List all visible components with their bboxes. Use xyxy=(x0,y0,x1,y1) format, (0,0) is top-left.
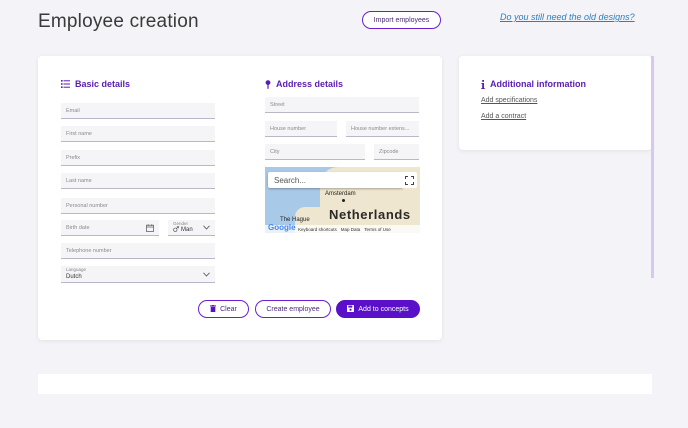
address-details-title: Address details xyxy=(276,79,344,89)
page-title: Employee creation xyxy=(38,11,199,32)
map-keyboard-link[interactable]: Keyboard shortcuts xyxy=(298,227,337,232)
birth-date-field[interactable]: Birth date xyxy=(61,220,159,236)
scrollbar[interactable] xyxy=(651,56,654,278)
additional-info-title: Additional information xyxy=(490,79,586,89)
map-terms-link[interactable]: Terms of Use xyxy=(364,227,391,232)
language-label: Language xyxy=(66,267,87,272)
additional-info-heading: Additional information xyxy=(481,79,586,89)
telephone-placeholder: Telephone number xyxy=(66,247,112,254)
info-icon xyxy=(481,79,485,89)
zipcode-field[interactable]: Zipcode xyxy=(374,144,419,160)
old-designs-link[interactable]: Do you still need the old designs? xyxy=(500,12,635,22)
first-name-field[interactable]: First name xyxy=(61,126,215,142)
map-search-placeholder: Search... xyxy=(274,175,307,185)
last-name-placeholder: Last name xyxy=(66,177,92,184)
map-city-dot xyxy=(342,199,345,202)
clear-button[interactable]: Clear xyxy=(198,300,249,318)
pin-icon xyxy=(265,79,271,89)
male-icon xyxy=(173,226,179,234)
import-employees-button[interactable]: Import employees xyxy=(362,11,441,29)
email-field[interactable]: Email xyxy=(61,103,215,119)
last-name-field[interactable]: Last name xyxy=(61,173,215,189)
add-to-concepts-label: Add to concepts xyxy=(358,305,409,313)
prefix-field[interactable]: Prefix xyxy=(61,150,215,166)
prefix-placeholder: Prefix xyxy=(66,154,81,161)
city-placeholder: City xyxy=(270,148,280,155)
chevron-down-icon xyxy=(203,225,210,232)
map-data-link[interactable]: Map Data xyxy=(341,227,361,232)
add-to-concepts-button[interactable]: Add to concepts xyxy=(336,300,420,318)
zipcode-placeholder: Zipcode xyxy=(379,148,399,155)
map-city-label: Amsterdam xyxy=(325,191,356,197)
street-field[interactable]: Street xyxy=(265,97,419,113)
first-name-placeholder: First name xyxy=(66,130,92,137)
house-number-placeholder: House number xyxy=(270,125,307,132)
bottom-panel xyxy=(38,374,652,394)
chevron-down-icon xyxy=(203,272,210,279)
clear-label: Clear xyxy=(220,305,237,313)
house-number-field[interactable]: House number xyxy=(265,121,337,137)
gender-value: Man xyxy=(181,227,193,233)
map-country-label: Netherlands xyxy=(329,207,411,222)
save-icon xyxy=(347,304,355,314)
personal-number-field[interactable]: Personal number xyxy=(61,198,215,214)
add-contract-link[interactable]: Add a contract xyxy=(481,113,526,120)
birth-date-placeholder: Birth date xyxy=(66,224,90,231)
language-value: Dutch xyxy=(66,273,82,280)
address-map[interactable]: Search... Amsterdam Netherlands The Hagu… xyxy=(265,167,420,233)
trash-icon xyxy=(210,304,217,314)
street-placeholder: Street xyxy=(270,101,285,108)
language-select[interactable]: Language Dutch xyxy=(61,266,215,283)
add-specifications-link[interactable]: Add specifications xyxy=(481,97,537,104)
email-placeholder: Email xyxy=(66,107,80,114)
house-number-extension-field[interactable]: House number extens... xyxy=(346,121,419,137)
city-field[interactable]: City xyxy=(265,144,365,160)
address-details-heading: Address details xyxy=(265,79,343,89)
create-employee-label: Create employee xyxy=(266,305,320,313)
basic-details-heading: Basic details xyxy=(61,79,130,89)
fullscreen-icon[interactable] xyxy=(401,172,417,188)
gender-label: Gender xyxy=(173,221,189,226)
google-logo: Google xyxy=(268,223,296,232)
create-employee-button[interactable]: Create employee xyxy=(255,300,331,318)
house-ext-placeholder: House number extens... xyxy=(351,125,410,132)
telephone-field[interactable]: Telephone number xyxy=(61,243,215,259)
calendar-icon[interactable] xyxy=(146,224,154,234)
basic-details-title: Basic details xyxy=(75,79,131,89)
list-icon xyxy=(61,80,70,88)
map-search-input[interactable]: Search... xyxy=(268,172,403,188)
gender-select[interactable]: Gender Man xyxy=(168,220,215,236)
personal-number-placeholder: Personal number xyxy=(66,202,108,209)
